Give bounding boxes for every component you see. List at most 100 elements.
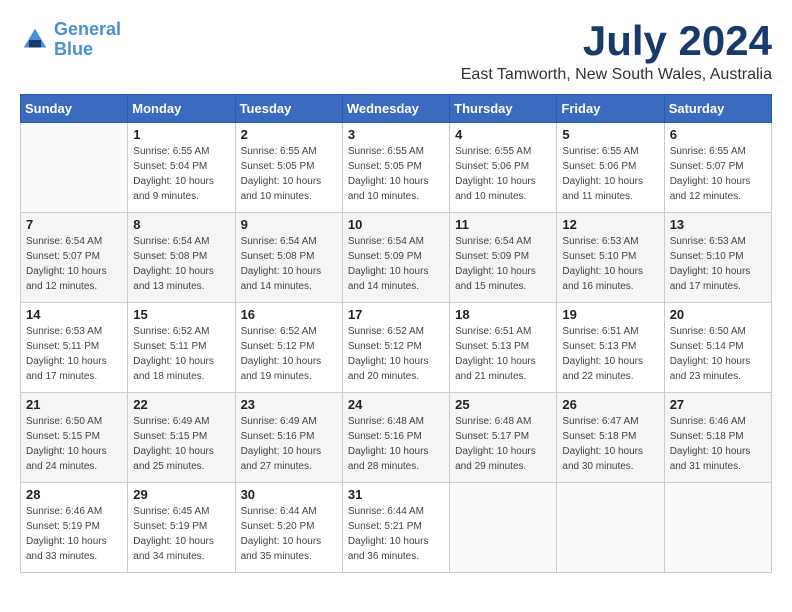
header-day-monday: Monday (128, 95, 235, 123)
day-number: 13 (670, 217, 766, 232)
day-info: Sunrise: 6:54 AMSunset: 5:07 PMDaylight:… (26, 234, 122, 294)
logo: General Blue (20, 20, 121, 60)
day-number: 31 (348, 487, 444, 502)
calendar-cell: 16Sunrise: 6:52 AMSunset: 5:12 PMDayligh… (235, 303, 342, 393)
calendar-cell: 2 Sunrise: 6:55 AMSunset: 5:05 PMDaylight… (235, 123, 342, 213)
calendar-cell: 29Sunrise: 6:45 AMSunset: 5:19 PMDayligh… (128, 483, 235, 573)
day-info: Sunrise: 6:53 AMSunset: 5:10 PMDaylight:… (670, 234, 766, 294)
header-day-thursday: Thursday (450, 95, 557, 123)
day-info: Sunrise: 6:55 AMSunset: 5:05 PMDaylight:… (241, 144, 337, 204)
calendar-cell: 23Sunrise: 6:49 AMSunset: 5:16 PMDayligh… (235, 393, 342, 483)
calendar-cell: 21 Sunrise: 6:50 AMSunset: 5:15 PMDayligh… (21, 393, 128, 483)
day-number: 6 (670, 127, 766, 142)
day-info: Sunrise: 6:51 AMSunset: 5:13 PMDaylight:… (455, 324, 551, 384)
calendar-cell: 7 Sunrise: 6:54 AMSunset: 5:07 PMDaylight… (21, 213, 128, 303)
day-info: Sunrise: 6:54 AMSunset: 5:09 PMDaylight:… (455, 234, 551, 294)
logo-text: General Blue (54, 20, 121, 60)
calendar-cell: 25Sunrise: 6:48 AMSunset: 5:17 PMDayligh… (450, 393, 557, 483)
calendar-cell: 17Sunrise: 6:52 AMSunset: 5:12 PMDayligh… (342, 303, 449, 393)
day-info: Sunrise: 6:51 AMSunset: 5:13 PMDaylight:… (562, 324, 658, 384)
calendar-week-3: 14 Sunrise: 6:53 AMSunset: 5:11 PMDayligh… (21, 303, 772, 393)
calendar-cell: 31 Sunrise: 6:44 AMSunset: 5:21 PMDayligh… (342, 483, 449, 573)
day-number: 30 (241, 487, 337, 502)
day-number: 11 (455, 217, 551, 232)
day-info: Sunrise: 6:48 AMSunset: 5:17 PMDaylight:… (455, 414, 551, 474)
calendar-cell: 20 Sunrise: 6:50 AMSunset: 5:14 PMDayligh… (664, 303, 771, 393)
day-info: Sunrise: 6:48 AMSunset: 5:16 PMDaylight:… (348, 414, 444, 474)
day-info: Sunrise: 6:50 AMSunset: 5:14 PMDaylight:… (670, 324, 766, 384)
day-info: Sunrise: 6:52 AMSunset: 5:12 PMDaylight:… (241, 324, 337, 384)
day-info: Sunrise: 6:55 AMSunset: 5:05 PMDaylight:… (348, 144, 444, 204)
calendar-week-5: 28Sunrise: 6:46 AMSunset: 5:19 PMDayligh… (21, 483, 772, 573)
day-number: 24 (348, 397, 444, 412)
day-number: 22 (133, 397, 229, 412)
day-info: Sunrise: 6:53 AMSunset: 5:11 PMDaylight:… (26, 324, 122, 384)
day-info: Sunrise: 6:55 AMSunset: 5:06 PMDaylight:… (455, 144, 551, 204)
day-info: Sunrise: 6:46 AMSunset: 5:18 PMDaylight:… (670, 414, 766, 474)
day-number: 2 (241, 127, 337, 142)
day-info: Sunrise: 6:54 AMSunset: 5:08 PMDaylight:… (133, 234, 229, 294)
day-info: Sunrise: 6:52 AMSunset: 5:12 PMDaylight:… (348, 324, 444, 384)
day-info: Sunrise: 6:55 AMSunset: 5:04 PMDaylight:… (133, 144, 229, 204)
day-number: 26 (562, 397, 658, 412)
calendar-cell: 1 Sunrise: 6:55 AMSunset: 5:04 PMDaylight… (128, 123, 235, 213)
calendar-cell (557, 483, 664, 573)
day-number: 4 (455, 127, 551, 142)
header-day-tuesday: Tuesday (235, 95, 342, 123)
day-info: Sunrise: 6:49 AMSunset: 5:15 PMDaylight:… (133, 414, 229, 474)
day-info: Sunrise: 6:53 AMSunset: 5:10 PMDaylight:… (562, 234, 658, 294)
day-info: Sunrise: 6:44 AMSunset: 5:21 PMDaylight:… (348, 504, 444, 564)
day-number: 10 (348, 217, 444, 232)
day-number: 27 (670, 397, 766, 412)
calendar-cell: 30 Sunrise: 6:44 AMSunset: 5:20 PMDayligh… (235, 483, 342, 573)
day-info: Sunrise: 6:46 AMSunset: 5:19 PMDaylight:… (26, 504, 122, 564)
day-number: 15 (133, 307, 229, 322)
day-number: 7 (26, 217, 122, 232)
calendar-cell (21, 123, 128, 213)
day-number: 14 (26, 307, 122, 322)
day-number: 5 (562, 127, 658, 142)
page-header: General Blue July 2024 East Tamworth, Ne… (20, 20, 772, 84)
calendar-cell: 5Sunrise: 6:55 AMSunset: 5:06 PMDaylight… (557, 123, 664, 213)
day-number: 21 (26, 397, 122, 412)
day-info: Sunrise: 6:44 AMSunset: 5:20 PMDaylight:… (241, 504, 337, 564)
calendar-cell: 24 Sunrise: 6:48 AMSunset: 5:16 PMDayligh… (342, 393, 449, 483)
calendar-cell: 14 Sunrise: 6:53 AMSunset: 5:11 PMDayligh… (21, 303, 128, 393)
calendar-cell: 3Sunrise: 6:55 AMSunset: 5:05 PMDaylight… (342, 123, 449, 213)
day-info: Sunrise: 6:49 AMSunset: 5:16 PMDaylight:… (241, 414, 337, 474)
day-number: 8 (133, 217, 229, 232)
month-title: July 2024 (461, 20, 772, 62)
title-area: July 2024 East Tamworth, New South Wales… (461, 20, 772, 84)
day-info: Sunrise: 6:47 AMSunset: 5:18 PMDaylight:… (562, 414, 658, 474)
calendar-week-1: 1 Sunrise: 6:55 AMSunset: 5:04 PMDaylight… (21, 123, 772, 213)
day-number: 18 (455, 307, 551, 322)
calendar-cell: 15Sunrise: 6:52 AMSunset: 5:11 PMDayligh… (128, 303, 235, 393)
calendar-cell: 4 Sunrise: 6:55 AMSunset: 5:06 PMDaylight… (450, 123, 557, 213)
logo-icon (20, 25, 50, 55)
calendar-cell: 10Sunrise: 6:54 AMSunset: 5:09 PMDayligh… (342, 213, 449, 303)
calendar-header: SundayMondayTuesdayWednesdayThursdayFrid… (21, 95, 772, 123)
calendar-cell: 6 Sunrise: 6:55 AMSunset: 5:07 PMDaylight… (664, 123, 771, 213)
day-info: Sunrise: 6:50 AMSunset: 5:15 PMDaylight:… (26, 414, 122, 474)
calendar-cell: 19 Sunrise: 6:51 AMSunset: 5:13 PMDayligh… (557, 303, 664, 393)
calendar-cell: 8 Sunrise: 6:54 AMSunset: 5:08 PMDaylight… (128, 213, 235, 303)
day-info: Sunrise: 6:54 AMSunset: 5:08 PMDaylight:… (241, 234, 337, 294)
location-title: East Tamworth, New South Wales, Australi… (461, 66, 772, 84)
day-number: 20 (670, 307, 766, 322)
calendar-cell: 28Sunrise: 6:46 AMSunset: 5:19 PMDayligh… (21, 483, 128, 573)
calendar-cell: 18 Sunrise: 6:51 AMSunset: 5:13 PMDayligh… (450, 303, 557, 393)
calendar-cell (664, 483, 771, 573)
day-number: 12 (562, 217, 658, 232)
header-day-saturday: Saturday (664, 95, 771, 123)
calendar-week-2: 7 Sunrise: 6:54 AMSunset: 5:07 PMDaylight… (21, 213, 772, 303)
day-number: 9 (241, 217, 337, 232)
calendar-cell: 27 Sunrise: 6:46 AMSunset: 5:18 PMDayligh… (664, 393, 771, 483)
calendar-cell: 13 Sunrise: 6:53 AMSunset: 5:10 PMDayligh… (664, 213, 771, 303)
day-info: Sunrise: 6:55 AMSunset: 5:07 PMDaylight:… (670, 144, 766, 204)
header-day-sunday: Sunday (21, 95, 128, 123)
day-number: 1 (133, 127, 229, 142)
day-number: 19 (562, 307, 658, 322)
day-info: Sunrise: 6:45 AMSunset: 5:19 PMDaylight:… (133, 504, 229, 564)
header-day-wednesday: Wednesday (342, 95, 449, 123)
calendar-table: SundayMondayTuesdayWednesdayThursdayFrid… (20, 94, 772, 573)
